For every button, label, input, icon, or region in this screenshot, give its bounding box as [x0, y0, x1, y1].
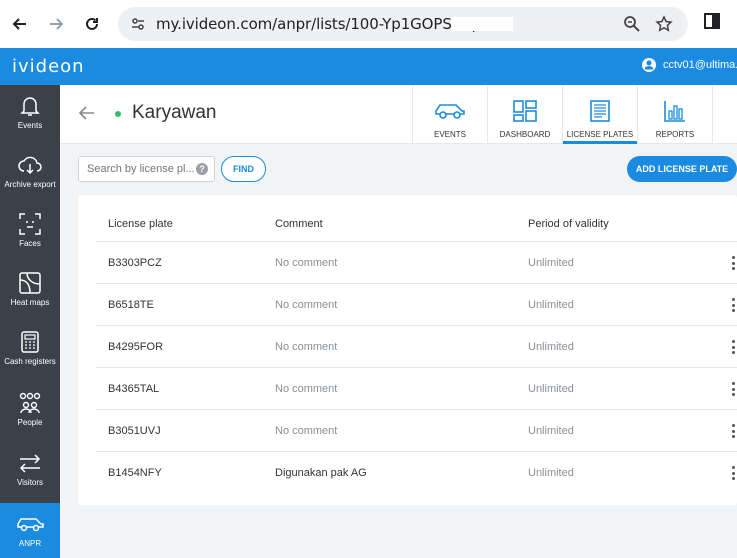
sidebar-item-anpr[interactable]: ANPR: [0, 503, 60, 558]
sidebar-item-label: Faces: [19, 239, 41, 248]
user-menu[interactable]: cctv01@ultima.: [642, 58, 737, 72]
row-menu-icon[interactable]: [730, 466, 736, 480]
car-icon: [433, 98, 467, 124]
side-panel-icon[interactable]: [703, 12, 721, 35]
sidebar-item-events[interactable]: Events: [0, 85, 60, 145]
comment-cell: Digunakan pak AG: [275, 467, 367, 479]
table-row[interactable]: B6518TE No comment Unlimited: [96, 283, 737, 325]
comment-cell: No comment: [275, 257, 338, 269]
add-license-plate-button[interactable]: ADD LICENSE PLATE: [627, 156, 737, 182]
tab-dashboard[interactable]: DASHBOARD: [487, 85, 562, 144]
main-content: Karyawan EVENTS DASHBOARD LICENSE PLATES: [60, 85, 737, 558]
row-menu-icon[interactable]: [730, 340, 736, 354]
dashboard-icon: [512, 98, 538, 124]
sidebar-item-label: Events: [17, 121, 43, 130]
row-menu-icon[interactable]: [730, 256, 736, 270]
bell-icon: [19, 93, 41, 119]
user-icon: [642, 58, 656, 72]
comment-cell: No comment: [275, 299, 338, 311]
license-plate-table: License plate Comment Period of validity…: [78, 195, 737, 505]
row-menu-icon[interactable]: [730, 424, 736, 438]
people-icon: [17, 390, 43, 416]
online-status-dot: [115, 111, 121, 117]
sidebar-item-visitors[interactable]: Visitors: [0, 442, 60, 502]
sidebar-item-faces[interactable]: Faces: [0, 203, 60, 263]
comment-cell: No comment: [275, 341, 338, 353]
site-settings-icon[interactable]: [130, 16, 146, 37]
period-cell: Unlimited: [528, 383, 574, 395]
user-email: cctv01@ultima.: [663, 59, 737, 71]
page-header: Karyawan EVENTS DASHBOARD LICENSE PLATES: [60, 85, 737, 144]
plate-cell: B1454NFY: [108, 467, 162, 479]
sidebar-item-label: Cash registers: [4, 357, 56, 366]
browser-toolbar: my.ivideon.com/anpr/lists/100-Yp1GOPS6Cp…: [0, 0, 737, 48]
sidebar-item-label: Heat maps: [10, 298, 50, 307]
sidebar-item-archive-export[interactable]: Archive export: [0, 144, 60, 204]
plate-cell: B4295FOR: [108, 341, 164, 353]
app-header: ivideon cctv01@ultima.: [0, 48, 737, 85]
back-arrow-icon[interactable]: [78, 106, 95, 125]
help-icon[interactable]: ?: [196, 163, 208, 175]
car-icon: [15, 511, 45, 537]
license-plate-search-input[interactable]: [78, 156, 215, 182]
tab-label: REPORTS: [655, 130, 695, 139]
reload-icon[interactable]: [80, 12, 104, 36]
column-header-period[interactable]: Period of validity: [528, 218, 609, 230]
cash-register-icon: [19, 329, 41, 355]
app-logo[interactable]: ivideon: [12, 56, 85, 77]
period-cell: Unlimited: [528, 341, 574, 353]
page-title: Karyawan: [132, 102, 217, 123]
sidebar-item-heat-maps[interactable]: Heat maps: [0, 262, 60, 322]
period-cell: Unlimited: [528, 467, 574, 479]
plate-cell: B3303PCZ: [108, 257, 162, 269]
column-header-plate[interactable]: License plate: [108, 218, 173, 230]
plate-cell: B3051UVJ: [108, 425, 161, 437]
period-cell: Unlimited: [528, 257, 574, 269]
bookmark-star-icon[interactable]: [655, 15, 673, 38]
sidebar-item-label: People: [17, 418, 43, 427]
table-row[interactable]: B3051UVJ No comment Unlimited: [96, 409, 737, 451]
sidebar-item-cash-registers[interactable]: Cash registers: [0, 321, 60, 381]
back-arrow-icon[interactable]: [8, 12, 32, 36]
address-bar[interactable]: my.ivideon.com/anpr/lists/100-Yp1GOPS6Cp…: [118, 7, 688, 41]
sidebar-item-label: Visitors: [16, 478, 44, 487]
sidebar-item-label: ANPR: [18, 539, 42, 548]
toolbar: ? FIND ADD LICENSE PLATE: [60, 144, 737, 194]
row-menu-icon[interactable]: [730, 382, 736, 396]
face-frame-icon: [18, 211, 42, 237]
find-button[interactable]: FIND: [221, 156, 266, 182]
table-row[interactable]: B4365TAL No comment Unlimited: [96, 367, 737, 409]
plate-cell: B4365TAL: [108, 383, 160, 395]
period-cell: Unlimited: [528, 299, 574, 311]
table-row[interactable]: B4295FOR No comment Unlimited: [96, 325, 737, 367]
tab-more[interactable]: [712, 85, 737, 144]
bar-chart-icon: [663, 98, 687, 124]
tab-license-plates[interactable]: LICENSE PLATES: [562, 85, 637, 144]
section-tabs: EVENTS DASHBOARD LICENSE PLATES REPORTS: [412, 85, 737, 144]
zoom-icon[interactable]: [623, 15, 641, 38]
row-menu-icon[interactable]: [730, 298, 736, 312]
cloud-download-icon: [17, 152, 43, 178]
heatmap-icon: [18, 270, 42, 296]
tab-reports[interactable]: REPORTS: [637, 85, 712, 144]
document-icon: [589, 98, 611, 124]
table-row[interactable]: B3303PCZ No comment Unlimited: [96, 241, 737, 283]
tab-events[interactable]: EVENTS: [412, 85, 487, 144]
sidebar-item-people[interactable]: People: [0, 382, 60, 442]
arrows-exchange-icon: [17, 450, 43, 476]
tab-label: EVENTS: [433, 130, 466, 139]
tab-label: LICENSE PLATES: [566, 130, 634, 139]
comment-cell: No comment: [275, 425, 338, 437]
column-header-comment[interactable]: Comment: [275, 218, 323, 230]
tab-label: DASHBOARD: [499, 130, 551, 139]
forward-arrow-icon[interactable]: [44, 12, 68, 36]
sidebar: Events Archive export Faces Heat maps Ca…: [0, 85, 60, 558]
table-row[interactable]: B1454NFY Digunakan pak AG Unlimited: [96, 451, 737, 493]
redacted-block: [451, 17, 513, 31]
period-cell: Unlimited: [528, 425, 574, 437]
comment-cell: No comment: [275, 383, 338, 395]
sidebar-item-label: Archive export: [4, 180, 56, 189]
plate-cell: B6518TE: [108, 299, 154, 311]
